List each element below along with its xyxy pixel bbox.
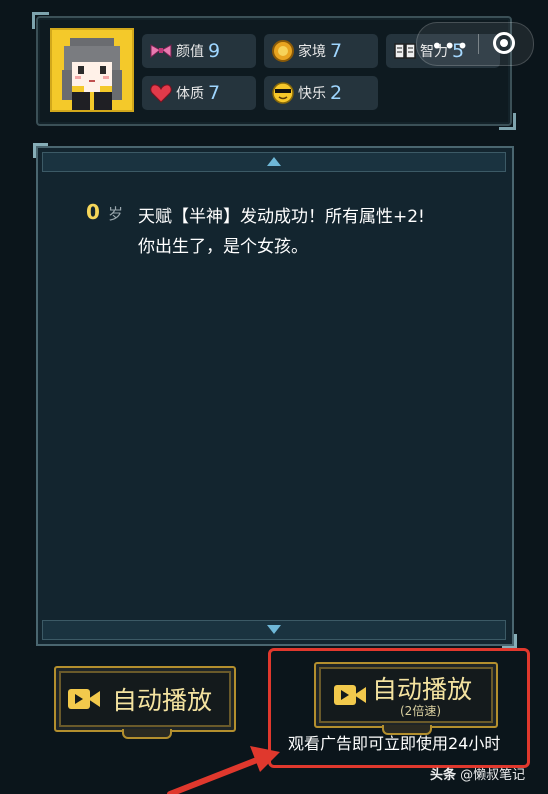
- scroll-down-button[interactable]: [42, 620, 506, 640]
- triangle-up-icon: [267, 157, 281, 166]
- stat-physique-label: 体质: [176, 86, 204, 102]
- miniprogram-capsule: •••: [416, 22, 534, 66]
- auto-play-button[interactable]: 自动播放: [54, 666, 236, 739]
- log-line-talent: 天赋【半神】发动成功！所有属性+2!: [138, 207, 425, 227]
- stat-happiness: 快乐 2: [264, 76, 378, 110]
- stat-beauty-value: 9: [208, 40, 221, 62]
- log-age: 0: [86, 200, 100, 224]
- stat-family: 家境 7: [264, 34, 378, 68]
- watermark: 头条 @懒叔笔记: [430, 764, 525, 783]
- avatar: [50, 28, 134, 112]
- close-target-icon[interactable]: [493, 32, 515, 54]
- stat-happiness-value: 2: [330, 82, 343, 104]
- life-log-panel: 0 岁 天赋【半神】发动成功！所有属性+2! 你出生了，是个女孩。: [33, 143, 517, 649]
- watermark-account: @懒叔笔记: [460, 768, 526, 783]
- stat-family-label: 家境: [298, 44, 326, 60]
- stat-physique: 体质 7: [142, 76, 256, 110]
- red-highlight-box: [268, 648, 530, 768]
- book-icon: [392, 38, 418, 64]
- button-tab-decoration: [122, 729, 172, 739]
- pixel-girl-portrait: [52, 30, 132, 110]
- sunglasses-face-icon: [270, 80, 296, 106]
- scroll-up-button[interactable]: [42, 152, 506, 172]
- stat-beauty: 颜值 9: [142, 34, 256, 68]
- stat-happiness-label: 快乐: [298, 86, 326, 102]
- more-menu-icon[interactable]: •••: [431, 34, 469, 58]
- heart-icon: [148, 80, 174, 106]
- triangle-down-icon: [267, 625, 281, 634]
- auto-play-label: 自动播放: [112, 686, 213, 715]
- log-age-unit: 岁: [108, 205, 124, 223]
- coin-icon: [270, 38, 296, 64]
- video-camera-icon: [68, 686, 102, 712]
- watermark-platform: 头条: [430, 768, 457, 783]
- stat-family-value: 7: [330, 40, 343, 62]
- bow-icon: [148, 38, 174, 64]
- capsule-divider: [478, 34, 479, 54]
- stat-beauty-label: 颜值: [176, 44, 204, 60]
- stat-physique-value: 7: [208, 82, 221, 104]
- log-line-birth: 你出生了，是个女孩。: [138, 237, 308, 257]
